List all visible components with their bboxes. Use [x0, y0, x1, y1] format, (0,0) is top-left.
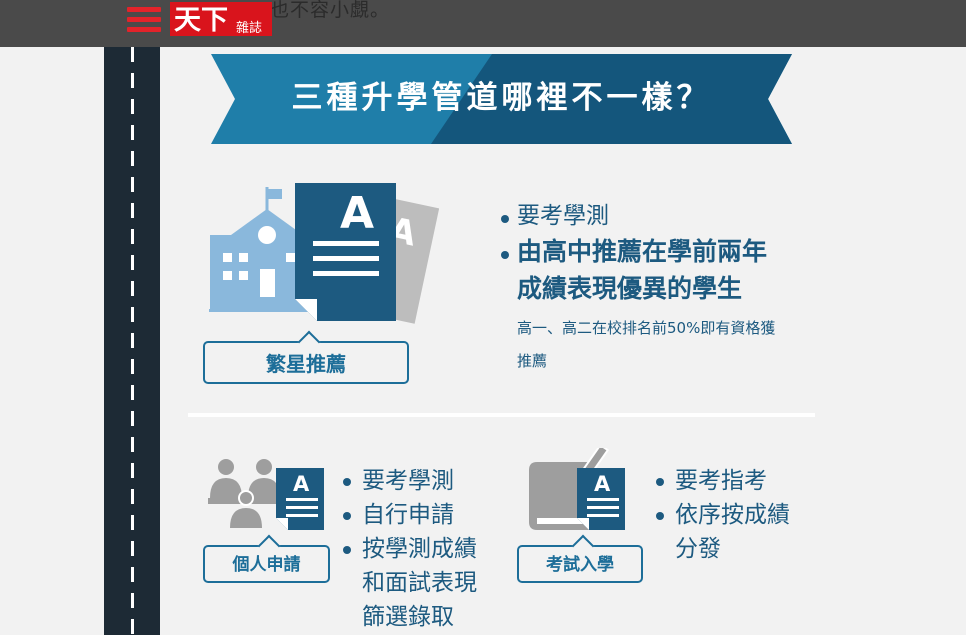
list-item-continued: 分發: [675, 536, 721, 562]
banner-title: 三種升學管道哪裡不一樣？: [291, 80, 712, 116]
star-recommendation-text: 繁星推薦: [266, 352, 346, 376]
exam-admission-label: 考試入學: [517, 534, 643, 583]
cw-magazine-logo[interactable]: 天下 雜誌: [170, 2, 272, 36]
top-navigation-bar: 也不容小覷。 天下 雜誌: [0, 0, 966, 47]
document-a-icon: A: [577, 468, 625, 530]
list-item-continued: 和面試表現: [362, 570, 477, 596]
hamburger-menu-icon[interactable]: [127, 7, 161, 33]
road-strip: [104, 47, 160, 635]
personal-bullet-list: 要考學測 自行申請 按學測成績 和面試表現 篩選錄取: [343, 464, 477, 634]
list-item: 要考指考: [656, 464, 790, 498]
logo-sub-text: 雜誌: [236, 20, 262, 36]
document-a-icon: A: [276, 468, 324, 530]
scrolled-article-text: 也不容小覷。: [270, 0, 391, 21]
star-recommendation-label: 繁星推薦: [203, 330, 409, 384]
svg-text:A: A: [340, 188, 374, 239]
logo-main-text: 天下: [174, 5, 228, 36]
list-item: 要考學測: [343, 464, 477, 498]
list-item: 自行申請: [343, 498, 477, 532]
school-document-illustration: A A: [209, 183, 439, 324]
interview-people-illustration: A: [208, 459, 324, 530]
title-banner: 三種升學管道哪裡不一樣？: [211, 54, 792, 144]
exam-book-illustration: A: [529, 448, 625, 530]
star-note-line1: 高一、高二在校排名前50%即有資格獲: [517, 319, 776, 337]
star-note-line2: 推薦: [517, 352, 548, 370]
star-bullet-2-line2: 成績表現優異的學生: [517, 274, 743, 303]
document-a-icon: A: [295, 183, 396, 321]
section-divider: [188, 413, 815, 417]
list-item: 依序按成績: [656, 498, 790, 532]
personal-application-label: 個人申請: [203, 534, 330, 583]
svg-text:A: A: [293, 472, 310, 496]
svg-text:A: A: [594, 472, 611, 496]
exam-bullet-list: 要考指考 依序按成績 分發: [656, 464, 790, 566]
star-bullet-2-line1: 由高中推薦在學前兩年: [517, 237, 768, 266]
road-dashed-line: [131, 47, 134, 635]
list-item-continued: 篩選錄取: [362, 604, 454, 630]
personal-application-text: 個人申請: [232, 555, 301, 575]
exam-admission-text: 考試入學: [546, 555, 614, 575]
list-item: 按學測成績: [343, 532, 477, 566]
people-icon: [208, 459, 284, 528]
